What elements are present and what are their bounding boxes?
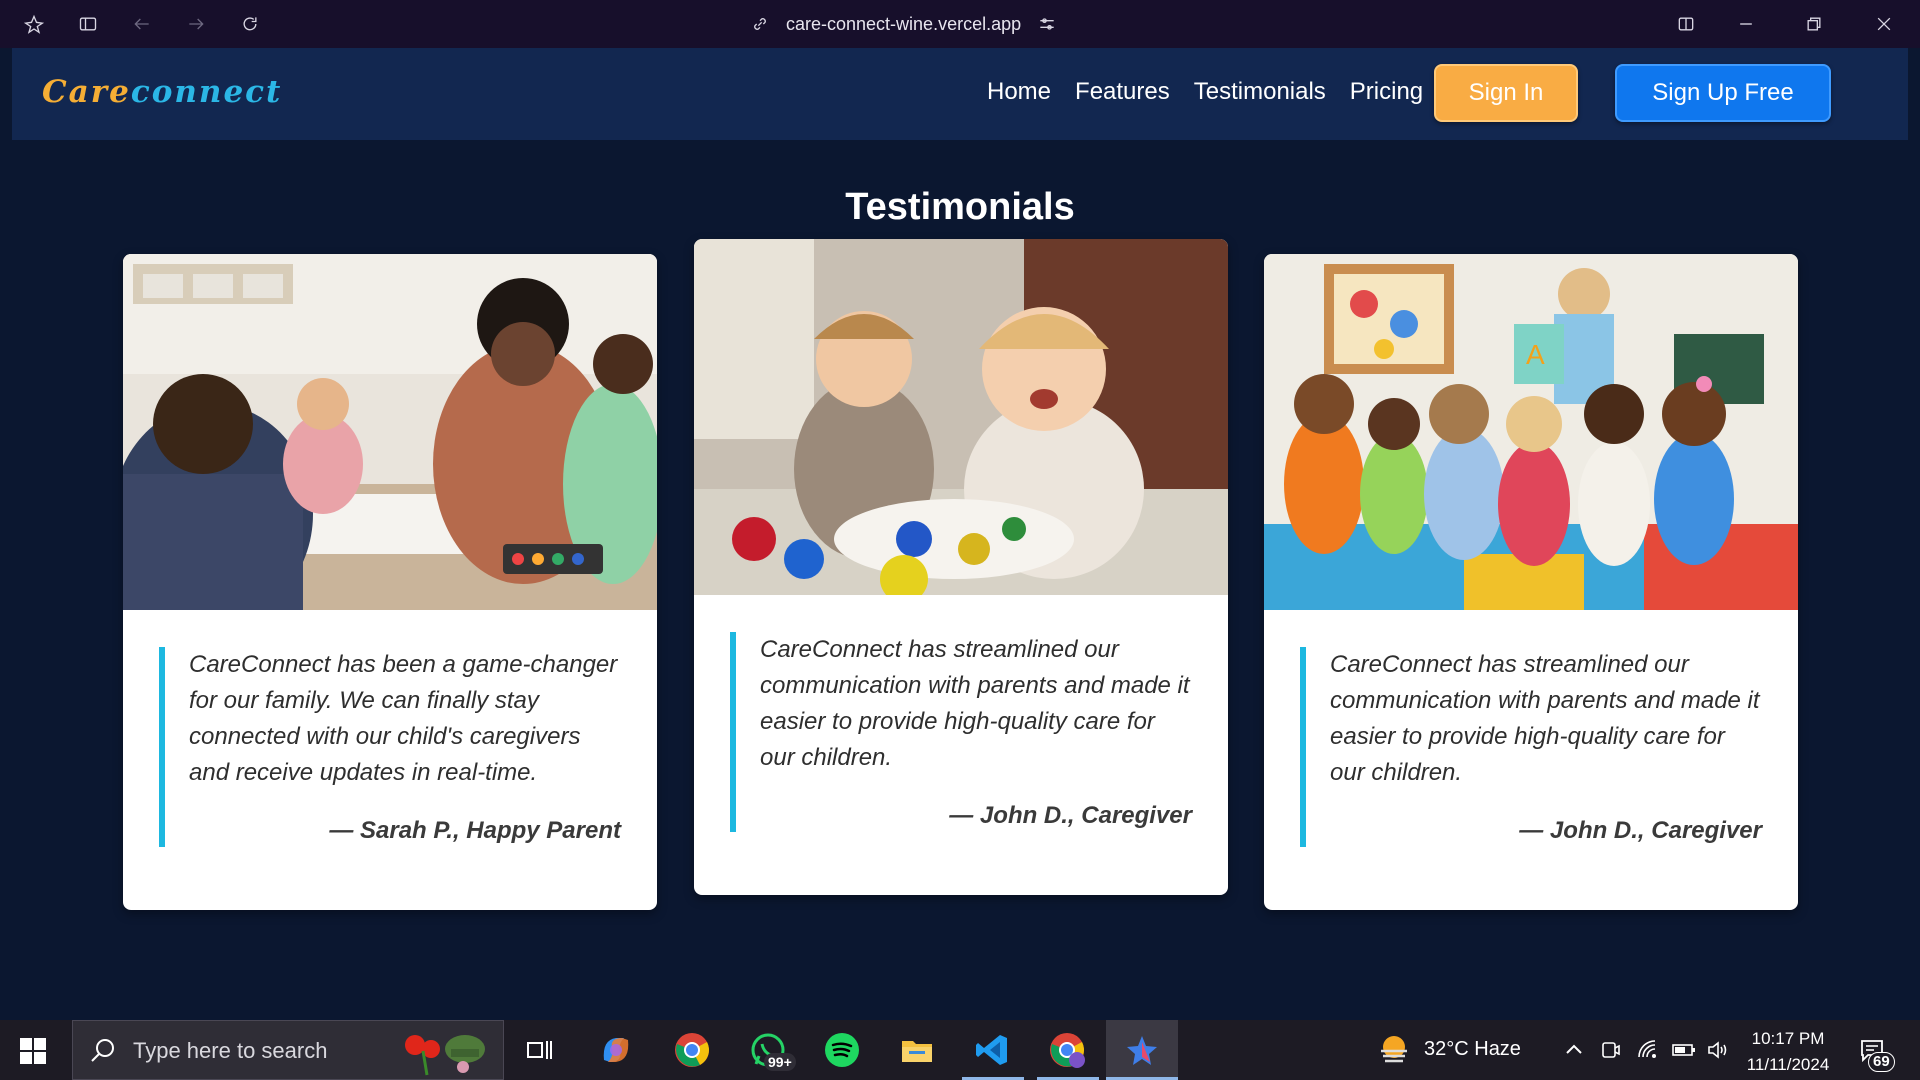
- reload-icon[interactable]: [238, 12, 262, 36]
- volume-icon[interactable]: [1698, 1030, 1738, 1070]
- whatsapp-badge: 99+: [764, 1053, 796, 1071]
- taskbar-clock[interactable]: 10:17 PM 11/11/2024: [1740, 1026, 1836, 1078]
- toddlers-finger-painting-photo: [694, 239, 1228, 595]
- testimonial-quote-block: CareConnect has been a game-changer for …: [159, 647, 621, 847]
- close-icon[interactable]: [1872, 12, 1896, 36]
- weather-haze-icon[interactable]: [1374, 1030, 1414, 1070]
- testimonial-quote-block: CareConnect has streamlined our communic…: [1300, 647, 1762, 847]
- teacher-reading-to-children-photo: A: [1264, 254, 1798, 610]
- poppy-decoration-icon: [405, 1035, 485, 1076]
- nav-pricing-link[interactable]: Pricing: [1350, 78, 1423, 106]
- copilot-icon[interactable]: [596, 1030, 636, 1070]
- clock-date: 11/11/2024: [1746, 1055, 1830, 1074]
- link-icon: [754, 18, 766, 30]
- web-page: Careconnect Home Features Testimonials P…: [12, 48, 1908, 1008]
- forward-arrow-icon[interactable]: [184, 12, 208, 36]
- vscode-icon[interactable]: [972, 1030, 1012, 1070]
- url-text[interactable]: care-connect-wine.vercel.app: [786, 14, 1021, 35]
- wifi-icon[interactable]: [1628, 1030, 1668, 1070]
- search-icon: [91, 1039, 114, 1062]
- address-bar[interactable]: care-connect-wine.vercel.app: [750, 12, 1057, 36]
- sign-up-free-button[interactable]: Sign Up Free: [1615, 64, 1831, 122]
- show-hidden-icons-chevron-icon[interactable]: [1554, 1030, 1594, 1070]
- nav-home-link[interactable]: Home: [987, 78, 1051, 106]
- file-explorer-icon[interactable]: [897, 1030, 937, 1070]
- chrome-profile-icon[interactable]: [1047, 1030, 1087, 1070]
- testimonial-author: — Sarah P., Happy Parent: [329, 817, 621, 844]
- back-arrow-icon[interactable]: [130, 12, 154, 36]
- nav-features-link[interactable]: Features: [1075, 78, 1170, 106]
- site-navbar: Careconnect Home Features Testimonials P…: [12, 48, 1908, 140]
- nav-testimonials-link[interactable]: Testimonials: [1194, 78, 1326, 106]
- sign-in-button[interactable]: Sign In: [1434, 64, 1578, 122]
- chrome-icon[interactable]: [672, 1030, 712, 1070]
- teacher-high-five-children-photo: [123, 254, 657, 610]
- split-view-icon[interactable]: [1674, 12, 1698, 36]
- svg-text:A: A: [1526, 339, 1545, 370]
- testimonial-author: — John D., Caregiver: [949, 802, 1192, 829]
- meet-now-icon[interactable]: [1590, 1030, 1630, 1070]
- brand-logo-part2: connect: [130, 74, 283, 110]
- spotify-icon[interactable]: [822, 1030, 862, 1070]
- minimize-icon[interactable]: [1734, 12, 1758, 36]
- task-view-icon[interactable]: [520, 1030, 560, 1070]
- brand-logo[interactable]: Careconnect: [42, 74, 282, 110]
- browser-titlebar: care-connect-wine.vercel.app: [0, 0, 1920, 48]
- browser-app-icon[interactable]: [1122, 1030, 1162, 1070]
- nav-links: Home Features Testimonials Pricing: [987, 78, 1423, 106]
- testimonial-card: CareConnect has streamlined our communic…: [694, 239, 1228, 895]
- browser-logo-icon[interactable]: [22, 12, 46, 36]
- testimonial-quote: CareConnect has streamlined our communic…: [1330, 651, 1760, 786]
- section-title: Testimonials: [845, 186, 1075, 228]
- taskbar-search-box[interactable]: Type here to search: [72, 1020, 504, 1080]
- windows-start-icon[interactable]: [20, 1038, 46, 1064]
- sidebar-toggle-icon[interactable]: [76, 12, 100, 36]
- windows-taskbar: Type here to search 99+ 32°C Haze 10:17 …: [0, 1020, 1920, 1080]
- weather-text[interactable]: 32°C Haze: [1424, 1038, 1521, 1061]
- brand-logo-part1: Care: [42, 74, 131, 110]
- testimonial-quote: CareConnect has streamlined our communic…: [760, 636, 1190, 771]
- testimonial-author: — John D., Caregiver: [1519, 817, 1762, 844]
- testimonial-card: A CareConnect has streamlined our commun…: [1264, 254, 1798, 910]
- testimonial-quote: CareConnect has been a game-changer for …: [189, 651, 618, 786]
- search-placeholder: Type here to search: [133, 1038, 328, 1063]
- testimonial-card: CareConnect has been a game-changer for …: [123, 254, 657, 910]
- restore-icon[interactable]: [1802, 12, 1826, 36]
- clock-time: 10:17 PM: [1751, 1029, 1825, 1048]
- site-settings-icon[interactable]: [1037, 14, 1057, 34]
- notification-count-badge: 69: [1868, 1052, 1895, 1072]
- testimonial-quote-block: CareConnect has streamlined our communic…: [730, 632, 1192, 832]
